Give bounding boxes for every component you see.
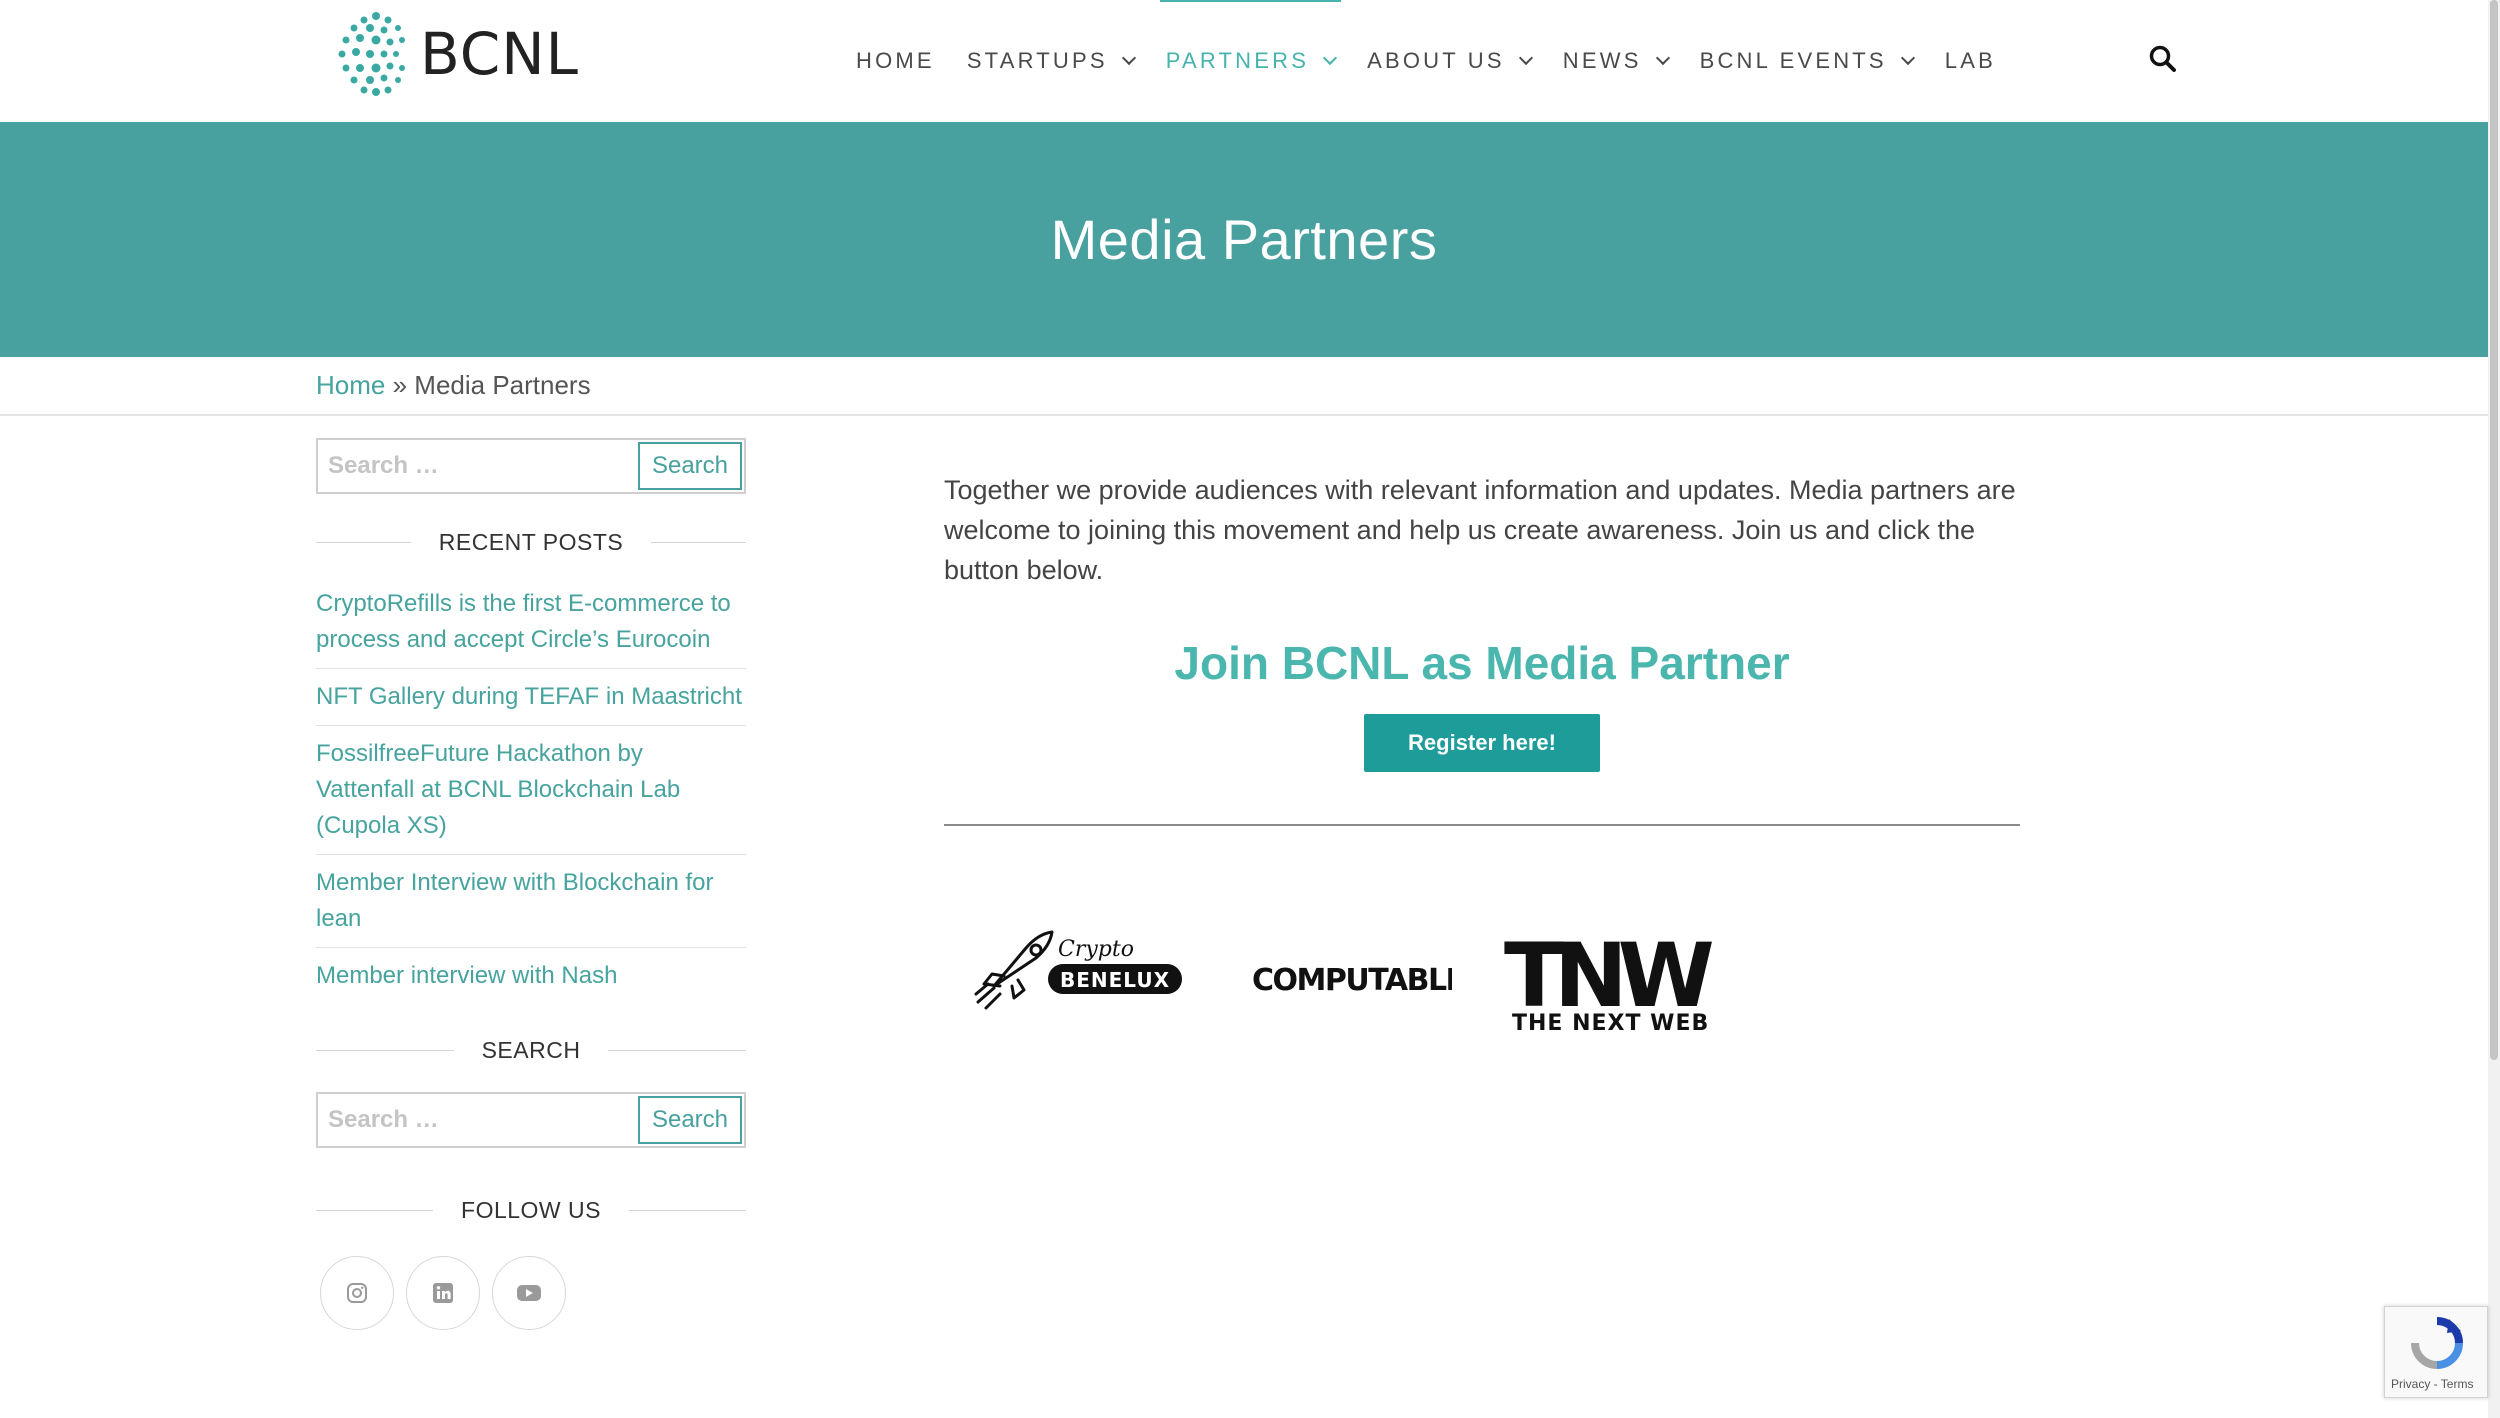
recaptcha-icon [2411, 1317, 2463, 1369]
recent-post-link[interactable]: NFT Gallery during TEFAF in Maastricht [316, 683, 742, 710]
recent-posts-list: CryptoRefills is the first E-commerce to… [316, 576, 746, 1004]
nav-item-label: LAB [1944, 48, 1996, 73]
chevron-down-icon [1518, 50, 1533, 66]
youtube-icon[interactable] [492, 1256, 566, 1330]
nav-item-label: HOME [856, 48, 935, 73]
sidebar-search-button-2[interactable]: Search [638, 1096, 742, 1144]
nav-item-partners[interactable]: PARTNERS [1150, 0, 1351, 122]
linkedin-icon[interactable] [406, 1256, 480, 1330]
nav-item-label: PARTNERS [1165, 48, 1310, 73]
breadcrumb-separator: » [385, 370, 415, 400]
list-item: Member Interview with Blockchain for lea… [316, 855, 746, 948]
search-widget-title: SEARCH [316, 1030, 746, 1070]
main-content: Together we provide audiences with relev… [944, 470, 2020, 1128]
recent-post-link[interactable]: FossilfreeFuture Hackathon by Vattenfall… [316, 740, 680, 839]
svg-text:THE NEXT WEB: THE NEXT WEB [1512, 1011, 1709, 1036]
follow-us-title: FOLLOW US [316, 1190, 746, 1230]
sidebar-search-input-2[interactable] [320, 1096, 638, 1144]
list-item: CryptoRefills is the first E-commerce to… [316, 576, 746, 669]
list-item: NFT Gallery during TEFAF in Maastricht [316, 669, 746, 726]
recaptcha-badge[interactable]: Privacy - Terms [2384, 1306, 2488, 1398]
chevron-down-icon [1655, 50, 1670, 66]
chevron-down-icon [1323, 50, 1338, 66]
breadcrumb-home-link[interactable]: Home [316, 370, 385, 400]
scrollbar-thumb[interactable] [2490, 0, 2498, 1060]
list-item: Member interview with Nash [316, 948, 746, 1004]
search-icon[interactable] [2148, 44, 2178, 74]
recent-posts-title: RECENT POSTS [316, 522, 746, 562]
recaptcha-text: Privacy - Terms [2391, 1377, 2474, 1391]
breadcrumb: Home » Media Partners [316, 370, 591, 401]
breadcrumb-divider [0, 414, 2488, 416]
main-nav: HOME STARTUPS PARTNERS ABOUT US NEWS BCNL EVE… [840, 0, 2012, 122]
bcnl-logo-mark: BCNL [338, 12, 579, 96]
register-button[interactable]: Register here! [1364, 714, 1600, 772]
crypto-benelux-logo[interactable]: Crypto BENELUX [974, 928, 1184, 1017]
register-wrap: Register here! [944, 714, 2020, 772]
recent-post-link[interactable]: Member Interview with Blockchain for lea… [316, 869, 713, 932]
recent-post-link[interactable]: CryptoRefills is the first E-commerce to… [316, 590, 731, 653]
page-title: Media Partners [1050, 208, 1438, 271]
chevron-down-icon [1121, 50, 1136, 66]
nav-item-label: STARTUPS [966, 48, 1108, 73]
the-next-web-logo[interactable]: TNW THE NEXT WEB [1504, 924, 1744, 1043]
bcnl-logo[interactable]: BCNL [328, 6, 628, 102]
instagram-icon[interactable] [320, 1256, 394, 1330]
content-divider [944, 824, 2020, 826]
nav-item-news[interactable]: NEWS [1547, 0, 1684, 122]
breadcrumb-current: Media Partners [414, 370, 591, 400]
sidebar-search-form-2: Search [316, 1092, 746, 1148]
svg-text:BENELUX: BENELUX [1060, 968, 1170, 992]
nav-item-lab[interactable]: LAB [1929, 0, 2012, 122]
nav-item-label: BCNL EVENTS [1699, 48, 1887, 73]
nav-item-home[interactable]: HOME [840, 0, 951, 122]
chevron-down-icon [1900, 50, 1915, 66]
nav-item-startups[interactable]: STARTUPS [951, 0, 1150, 122]
computable-logo[interactable]: COMPUTABLE [1252, 960, 1466, 1005]
sidebar: Search RECENT POSTS CryptoRefills is the… [316, 438, 746, 1330]
sidebar-search-input[interactable] [320, 442, 638, 490]
media-partner-logos: Crypto BENELUX COMPUTABLE TNW THE NEXT W… [944, 924, 2020, 1128]
nav-item-label: ABOUT US [1367, 48, 1505, 73]
nav-item-label: NEWS [1562, 48, 1642, 73]
join-heading: Join BCNL as Media Partner [1174, 637, 1790, 689]
svg-text:Crypto: Crypto [1058, 937, 1134, 962]
page-hero: Media Partners [0, 122, 2488, 357]
intro-text: Together we provide audiences with relev… [944, 475, 2016, 585]
recent-post-link[interactable]: Member interview with Nash [316, 962, 617, 989]
nav-item-about-us[interactable]: ABOUT US [1351, 0, 1547, 122]
social-links [316, 1256, 746, 1330]
svg-text:BCNL: BCNL [420, 20, 579, 88]
sidebar-search-button[interactable]: Search [638, 442, 742, 490]
nav-item-bcnl-events[interactable]: BCNL EVENTS [1684, 0, 1929, 122]
svg-text:COMPUTABLE: COMPUTABLE [1252, 963, 1452, 998]
site-header: BCNL HOME STARTUPS PARTNERS ABOUT US NEWS BCN… [0, 0, 2488, 122]
list-item: FossilfreeFuture Hackathon by Vattenfall… [316, 726, 746, 855]
sidebar-search-form: Search [316, 438, 746, 494]
